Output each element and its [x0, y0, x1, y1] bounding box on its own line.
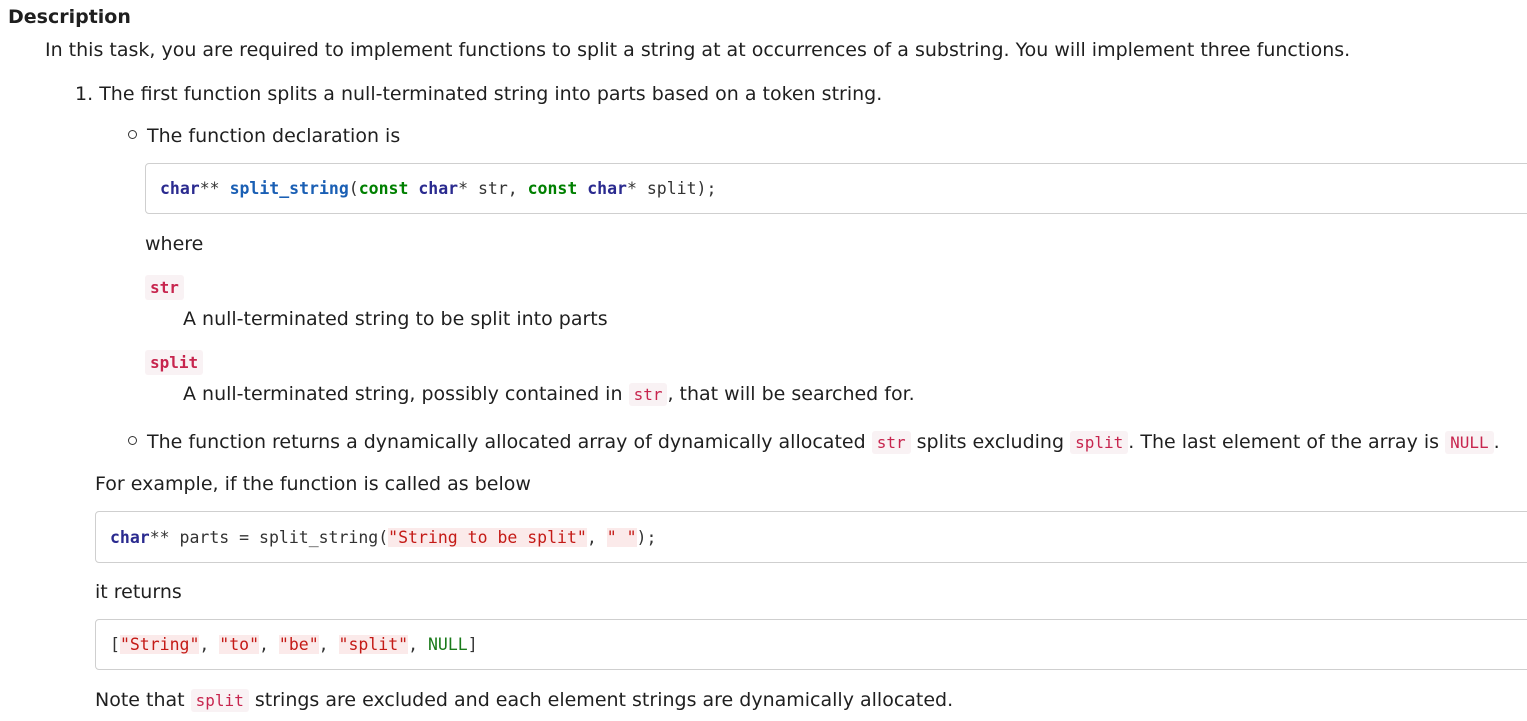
result-code-block: ["String", "to", "be", "split", NULL]: [95, 619, 1527, 670]
text-segment: .: [1493, 431, 1500, 453]
code-string: "split": [338, 635, 409, 654]
returns-label: it returns: [95, 581, 182, 603]
code-token: ** parts = split_string(: [149, 527, 389, 547]
term-code: split: [145, 350, 204, 375]
list-item-number: 1.: [75, 83, 94, 105]
code-token: ,: [259, 635, 279, 654]
code-token: ,: [408, 635, 428, 654]
bullet-circle-icon: [128, 436, 137, 445]
bullet-text: The function declaration is: [147, 125, 401, 147]
param-term-str: str: [145, 275, 184, 300]
code-string: "String": [119, 635, 200, 654]
list-item-text: The first function splits a null-termina…: [99, 83, 883, 105]
code-string: "to": [219, 635, 260, 654]
bullet-returns: The function returns a dynamically alloc…: [128, 429, 1500, 456]
inline-code: split: [190, 689, 249, 712]
code-token: * split);: [626, 179, 717, 198]
intro-paragraph: In this task, you are required to implem…: [45, 39, 1351, 61]
text-segment: The function returns a dynamically alloc…: [147, 431, 866, 453]
code-token: [: [110, 635, 120, 654]
example-code-block: char ** parts = split_string("String to b…: [95, 511, 1527, 563]
code-string: "be": [278, 635, 319, 654]
code-token: char: [110, 527, 150, 547]
param-term-split: split: [145, 350, 204, 375]
note-paragraph: Note that split strings are excluded and…: [95, 687, 953, 714]
inline-code: NULL: [1445, 431, 1494, 454]
param-desc-split: A null-terminated string, possibly conta…: [183, 381, 915, 408]
term-code: str: [145, 275, 184, 300]
code-token: **: [199, 179, 230, 198]
section-heading: Description: [8, 6, 131, 28]
code-token: ]: [467, 635, 478, 654]
text-segment: , that will be searched for.: [667, 383, 915, 405]
inline-code: str: [628, 383, 668, 406]
code-string: " ": [606, 527, 637, 547]
declaration-code-block: char ** split_string(const char * str, con…: [145, 163, 1527, 214]
inline-code: split: [1070, 431, 1129, 454]
code-token: const: [527, 179, 578, 198]
text-segment: Note that: [95, 689, 185, 711]
code-token: ,: [586, 527, 607, 547]
code-token: char: [587, 179, 627, 198]
bullet-circle-icon: [128, 130, 137, 139]
list-item-1: 1. The first function splits a null-term…: [75, 81, 882, 107]
code-token: (: [348, 179, 359, 198]
text-segment: strings are excluded and each element st…: [254, 689, 954, 711]
code-token: const: [358, 179, 409, 198]
inline-code: str: [871, 431, 911, 454]
param-desc-str: A null-terminated string to be split int…: [183, 308, 608, 330]
code-token: * str,: [458, 179, 528, 198]
code-null: NULL: [427, 635, 468, 654]
code-token: );: [636, 527, 657, 547]
text-segment: A null-terminated string, possibly conta…: [183, 383, 623, 405]
bullet-declaration: The function declaration is: [128, 123, 400, 149]
code-token: ,: [318, 635, 339, 654]
code-string: "String to be split": [388, 527, 587, 547]
example-intro: For example, if the function is called a…: [95, 473, 531, 495]
code-token: char: [160, 179, 200, 198]
where-label: where: [145, 233, 204, 255]
text-segment: splits excluding: [916, 431, 1065, 453]
code-function-name: split_string: [229, 179, 349, 198]
code-token: ,: [199, 635, 220, 654]
text-segment: . The last element of the array is: [1128, 431, 1440, 453]
code-token: char: [418, 179, 459, 198]
